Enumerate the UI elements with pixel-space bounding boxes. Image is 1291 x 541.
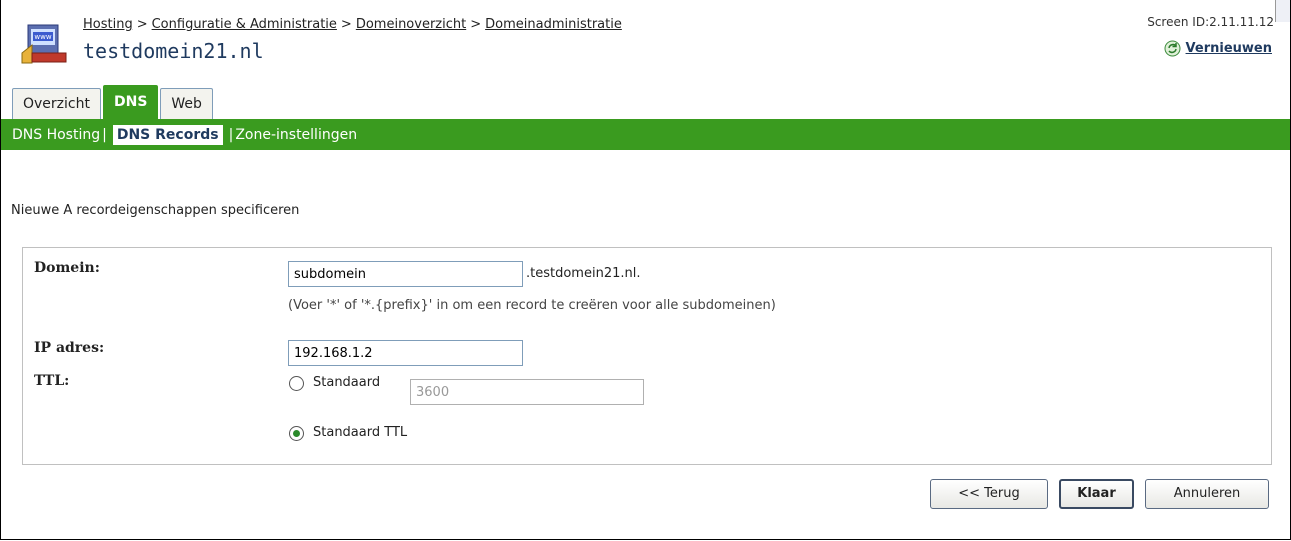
- ttl-default-label[interactable]: Standaard TTL: [313, 425, 407, 440]
- domain-hint: (Voer '*' of '*.{prefix}' in om een reco…: [288, 298, 776, 313]
- domain-label: Domein:: [34, 260, 100, 276]
- ttl-custom-radio[interactable]: [289, 376, 304, 391]
- subnav-zone-instellingen[interactable]: Zone-instellingen: [235, 127, 357, 143]
- breadcrumb-separator: >: [340, 17, 352, 32]
- refresh-icon: [1164, 40, 1181, 57]
- cancel-button[interactable]: Annuleren: [1145, 479, 1269, 509]
- ip-input[interactable]: [288, 340, 523, 366]
- subnav-dns-hosting[interactable]: DNS Hosting: [12, 127, 100, 143]
- refresh-button[interactable]: Vernieuwen: [1164, 40, 1272, 57]
- breadcrumb-hosting[interactable]: Hosting: [83, 17, 133, 32]
- page-title: testdomein21.nl: [83, 39, 264, 63]
- done-button[interactable]: Klaar: [1059, 479, 1134, 509]
- breadcrumb-separator: >: [470, 17, 482, 32]
- subnav-dns-records[interactable]: DNS Records: [112, 124, 223, 145]
- domain-suffix: .testdomein21.nl.: [526, 266, 641, 281]
- refresh-label: Vernieuwen: [1185, 41, 1272, 56]
- tab-dns[interactable]: DNS: [102, 85, 159, 119]
- screen-id: Screen ID:2.11.11.12: [1147, 15, 1274, 29]
- scrollbar-stub: [1275, 0, 1290, 22]
- tab-overzicht[interactable]: Overzicht: [12, 88, 101, 119]
- ttl-custom-input[interactable]: [410, 379, 644, 405]
- breadcrumb-domeinadministratie[interactable]: Domeinadministratie: [485, 17, 622, 32]
- header: www Hosting > Configuratie & Administratie…: [1, 0, 1276, 80]
- domain-logo-icon: www: [21, 24, 67, 64]
- ttl-label: TTL:: [34, 373, 70, 389]
- breadcrumb-separator: >: [136, 17, 148, 32]
- subnav-bar: DNS Hosting | DNS Records | Zone-instell…: [1, 119, 1290, 150]
- ttl-default-radio[interactable]: [289, 426, 304, 441]
- record-form: Domein: .testdomein21.nl. (Voer '*' of '…: [22, 247, 1272, 465]
- subnav-separator: |: [228, 126, 234, 143]
- section-intro: Nieuwe A recordeigenschappen specificere…: [11, 203, 300, 218]
- main-window: www Hosting > Configuratie & Administratie…: [0, 0, 1291, 540]
- breadcrumb-domeinoverzicht[interactable]: Domeinoverzicht: [356, 17, 466, 32]
- breadcrumb: Hosting > Configuratie & Administratie > Dom…: [83, 17, 622, 32]
- breadcrumb-configuratie[interactable]: Configuratie & Administratie: [152, 17, 337, 32]
- subnav-separator: |: [102, 126, 107, 143]
- tab-bar: Overzicht DNS Web: [12, 85, 215, 119]
- tab-web[interactable]: Web: [160, 88, 213, 119]
- svg-text:www: www: [34, 33, 51, 41]
- domain-input[interactable]: [288, 261, 523, 287]
- ttl-custom-label[interactable]: Standaard: [313, 375, 380, 390]
- back-button[interactable]: << Terug: [930, 479, 1048, 509]
- ip-label: IP adres:: [34, 340, 105, 356]
